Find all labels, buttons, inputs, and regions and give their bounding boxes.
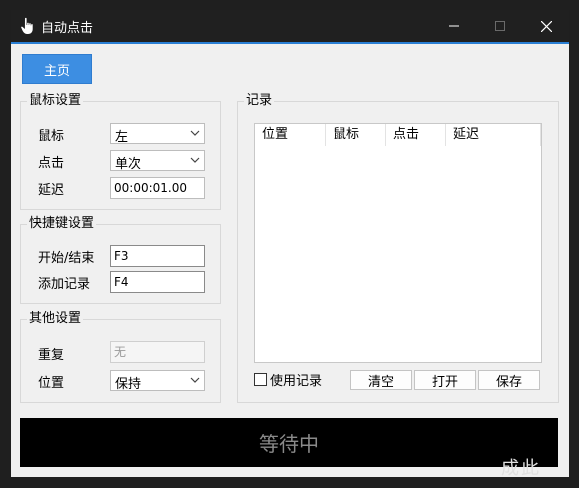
mouse-settings-group: 鼠标设置 鼠标 左 点击 单次 延迟 00:00:01.00 <box>20 93 221 210</box>
status-bar: 等待中 <box>20 418 558 467</box>
column-header-delay[interactable]: 延迟 <box>446 124 541 146</box>
overlay-text: 成此 <box>501 458 541 477</box>
maximize-button[interactable] <box>477 10 523 42</box>
maximize-icon <box>495 21 505 31</box>
chevron-down-icon <box>190 377 200 383</box>
repeat-label: 重复 <box>38 348 65 363</box>
hotkey-settings-group: 快捷键设置 开始/结束 F3 添加记录 F4 <box>20 216 221 304</box>
click-type-label: 点击 <box>38 156 65 171</box>
close-icon <box>540 20 552 32</box>
mouse-button-label: 鼠标 <box>38 129 65 144</box>
hotkey-settings-title: 快捷键设置 <box>27 216 97 232</box>
repeat-input[interactable]: 无 <box>110 341 205 363</box>
start-stop-label: 开始/结束 <box>38 251 95 266</box>
start-stop-hotkey-input[interactable]: F3 <box>110 245 205 267</box>
mouse-button-value: 左 <box>115 130 129 145</box>
other-settings-title: 其他设置 <box>27 311 84 327</box>
title-bar[interactable]: 自动点击 <box>11 10 569 42</box>
use-records-checkbox-box[interactable] <box>254 372 267 386</box>
column-header-mouse[interactable]: 鼠标 <box>326 124 386 146</box>
records-list-header: 位置 鼠标 点击 延迟 <box>255 124 541 146</box>
add-record-hotkey-input[interactable]: F4 <box>110 271 205 293</box>
use-records-checkbox[interactable]: 使用记录 <box>254 370 323 389</box>
click-type-select[interactable]: 单次 <box>110 150 205 172</box>
chevron-down-icon <box>190 157 200 163</box>
mouse-settings-title: 鼠标设置 <box>27 93 84 109</box>
add-record-label: 添加记录 <box>38 277 91 292</box>
position-select[interactable]: 保持 <box>110 370 205 392</box>
app-window: 自动点击 主页 鼠标设置 鼠标 左 点击 单次 延迟 00:00:01.00 快… <box>11 10 569 477</box>
save-button[interactable]: 保存 <box>478 370 540 390</box>
records-title: 记录 <box>244 93 275 109</box>
minimize-icon <box>449 25 459 27</box>
position-value: 保持 <box>115 377 142 392</box>
column-header-position[interactable]: 位置 <box>255 124 326 146</box>
clear-button[interactable]: 清空 <box>350 370 412 390</box>
click-type-value: 单次 <box>115 157 142 172</box>
open-button[interactable]: 打开 <box>414 370 476 390</box>
chevron-down-icon <box>190 130 200 136</box>
home-button[interactable]: 主页 <box>22 54 92 84</box>
delay-label: 延迟 <box>38 183 65 198</box>
position-label: 位置 <box>38 376 65 391</box>
minimize-button[interactable] <box>431 10 477 42</box>
records-list[interactable]: 位置 鼠标 点击 延迟 <box>254 123 542 363</box>
mouse-button-select[interactable]: 左 <box>110 123 205 145</box>
use-records-label: 使用记录 <box>270 373 323 389</box>
hand-pointer-icon <box>21 17 33 34</box>
delay-input[interactable]: 00:00:01.00 <box>110 177 205 199</box>
title-accent-line <box>11 42 569 44</box>
column-header-click[interactable]: 点击 <box>386 124 446 146</box>
close-button[interactable] <box>523 10 569 42</box>
status-text: 等待中 <box>259 432 319 456</box>
other-settings-group: 其他设置 重复 无 位置 保持 <box>20 311 221 403</box>
window-title: 自动点击 <box>41 21 94 36</box>
